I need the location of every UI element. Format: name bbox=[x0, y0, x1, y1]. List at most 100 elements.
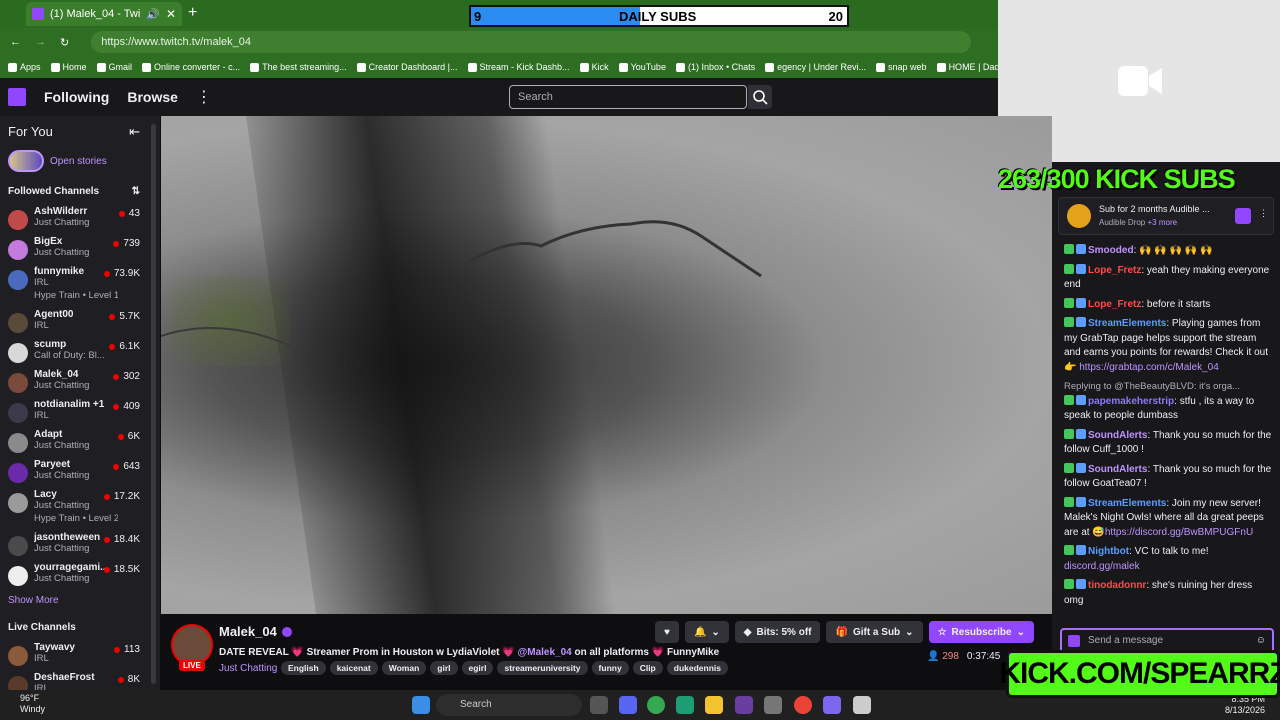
follow-heart-button[interactable]: ♥ bbox=[655, 621, 679, 643]
stream-tag[interactable]: Woman bbox=[381, 661, 427, 675]
chat-link[interactable]: discord.gg/malek bbox=[1064, 561, 1140, 572]
weather-widget[interactable]: 96°F Windy bbox=[20, 693, 45, 715]
badge-icon bbox=[1064, 462, 1074, 473]
close-tab-icon[interactable]: ✕ bbox=[166, 7, 176, 21]
sidebar-scrollbar[interactable] bbox=[151, 124, 156, 684]
bookmark-item[interactable]: (1) Inbox • Chats bbox=[675, 62, 755, 72]
file-explorer-icon[interactable] bbox=[705, 696, 723, 714]
tray-app-icon[interactable] bbox=[853, 696, 871, 714]
windows-start-icon[interactable] bbox=[412, 696, 430, 714]
chat-username[interactable]: SoundAlerts bbox=[1088, 464, 1147, 475]
notifications-button[interactable]: 🔔 ⌄ bbox=[684, 621, 729, 643]
drop-menu-icon[interactable]: ⋮ bbox=[1259, 208, 1268, 219]
open-stories[interactable]: Open stories bbox=[8, 150, 160, 172]
chat-username[interactable]: Nightbot bbox=[1088, 546, 1129, 557]
live-list: Taywavy IRL 113 DeshaeFrost IRL 8K bbox=[0, 639, 160, 690]
streamer-name[interactable]: Malek_04 bbox=[219, 624, 277, 639]
stream-tag[interactable]: streameruniversity bbox=[497, 661, 588, 675]
bookmark-item[interactable]: Apps bbox=[8, 62, 41, 72]
show-more-link[interactable]: Show More bbox=[8, 595, 160, 606]
bookmark-item[interactable]: Kick bbox=[579, 62, 609, 72]
twitch-logo-icon[interactable] bbox=[8, 88, 26, 106]
bookmark-item[interactable]: Home bbox=[50, 62, 87, 72]
channel-item[interactable]: scump Call of Duty: Bl... 6.1K bbox=[0, 336, 160, 366]
reload-icon[interactable]: ↻ bbox=[60, 36, 69, 49]
bookmark-item[interactable]: snap web bbox=[876, 62, 927, 72]
app-icon[interactable] bbox=[676, 696, 694, 714]
speaker-icon[interactable]: 🔊 bbox=[146, 8, 160, 21]
stream-tag[interactable]: kaicenat bbox=[329, 661, 378, 675]
channel-item[interactable]: notdianalim +1 IRL 409 bbox=[0, 396, 160, 426]
emote-icon[interactable]: ☺ bbox=[1256, 630, 1266, 652]
settings-icon[interactable] bbox=[764, 696, 782, 714]
sort-icon[interactable]: ⇅ bbox=[132, 186, 140, 197]
search-input[interactable]: Search bbox=[509, 85, 747, 109]
chat-link[interactable]: https://discord.gg/BwBMPUGFnU bbox=[1105, 527, 1253, 538]
bookmark-item[interactable]: egency | Under Revi... bbox=[765, 62, 866, 72]
browser-tab[interactable]: (1) Malek_04 - Twitch 🔊 ✕ bbox=[26, 2, 182, 26]
chat-username[interactable]: StreamElements bbox=[1088, 318, 1166, 329]
video-player[interactable] bbox=[161, 116, 1052, 614]
channel-item[interactable]: jasontheween Just Chatting 18.4K bbox=[0, 529, 160, 559]
more-menu-icon[interactable]: ⋮ bbox=[196, 87, 212, 107]
bookmark-item[interactable]: HOME | DaddyL bbox=[936, 62, 998, 72]
bookmark-item[interactable]: The best streaming... bbox=[250, 62, 347, 72]
stream-tag[interactable]: funny bbox=[591, 661, 629, 675]
chat-username[interactable]: papemakeherstrip bbox=[1088, 396, 1174, 407]
channel-item[interactable]: Malek_04 Just Chatting 302 bbox=[0, 366, 160, 396]
channel-item[interactable]: funnymike IRL Hype Train • Level 13 73.9K bbox=[0, 263, 160, 306]
forward-arrow-icon[interactable]: → bbox=[35, 36, 46, 48]
stream-tag[interactable]: English bbox=[281, 661, 326, 675]
task-view-icon[interactable] bbox=[590, 696, 608, 714]
back-arrow-icon[interactable]: ← bbox=[10, 36, 21, 48]
audible-drop-card[interactable]: Sub for 2 months Audible ... Audible Dro… bbox=[1058, 197, 1274, 235]
chrome-profile-icon[interactable] bbox=[794, 696, 812, 714]
chat-username[interactable]: Smooded bbox=[1088, 245, 1134, 256]
channel-item[interactable]: yourragegami... Just Chatting 18.5K bbox=[0, 559, 160, 589]
bookmark-item[interactable]: Creator Dashboard |... bbox=[356, 62, 458, 72]
chat-username[interactable]: SoundAlerts bbox=[1088, 430, 1147, 441]
stream-category[interactable]: Just Chatting bbox=[219, 663, 277, 674]
search-button[interactable] bbox=[748, 85, 772, 109]
channel-item[interactable]: Adapt Just Chatting 6K bbox=[0, 426, 160, 456]
channel-item[interactable]: BigEx Just Chatting 739 bbox=[0, 233, 160, 263]
chat-username[interactable]: StreamElements bbox=[1088, 498, 1166, 509]
channel-item[interactable]: DeshaeFrost IRL 8K bbox=[0, 669, 160, 690]
new-tab-button[interactable]: + bbox=[188, 4, 197, 22]
bookmark-item[interactable]: Online converter - c... bbox=[142, 62, 240, 72]
drop-star-icon[interactable] bbox=[1235, 208, 1251, 224]
stream-tag[interactable]: dukedennis bbox=[666, 661, 728, 675]
drop-more-link[interactable]: +3 more bbox=[1147, 218, 1177, 227]
following-link[interactable]: Following bbox=[44, 89, 109, 105]
chat-username[interactable]: Lope_Fretz bbox=[1088, 265, 1141, 276]
channel-item[interactable]: Lacy Just Chatting Hype Train • Level 2 17.… bbox=[0, 486, 160, 529]
bookmark-item[interactable]: YouTube bbox=[618, 62, 666, 72]
discord-icon[interactable] bbox=[619, 696, 637, 714]
url-field[interactable]: https://www.twitch.tv/malek_04 bbox=[91, 31, 972, 53]
taskbar-search[interactable]: Search bbox=[436, 694, 582, 716]
bits-button[interactable]: ◆ Bits: 5% off bbox=[734, 621, 821, 643]
channel-item[interactable]: Taywavy IRL 113 bbox=[0, 639, 160, 669]
chat-points-icon[interactable] bbox=[1068, 635, 1080, 647]
channel-item[interactable]: AshWilderr Just Chatting 43 bbox=[0, 203, 160, 233]
chrome-icon[interactable] bbox=[647, 696, 665, 714]
bookmark-item[interactable]: Stream - Kick Dashb... bbox=[467, 62, 570, 72]
chat-username[interactable]: Lope_Fretz bbox=[1088, 299, 1141, 310]
chat-link[interactable]: https://grabtap.com/c/Malek_04 bbox=[1079, 362, 1219, 373]
chat-username[interactable]: tinodadonnr bbox=[1088, 580, 1146, 591]
resubscribe-button[interactable]: ☆ Resubscribe ⌄ bbox=[928, 621, 1034, 643]
title-mention[interactable]: @Malek_04 bbox=[517, 647, 571, 658]
bookmark-item[interactable]: Gmail bbox=[96, 62, 132, 72]
stream-tag[interactable]: girl bbox=[430, 661, 458, 675]
gift-sub-button[interactable]: 🎁 Gift a Sub ⌄ bbox=[826, 621, 923, 643]
reply-context[interactable]: Replying to @TheBeautyBLVD: it's orga... bbox=[1064, 380, 1274, 395]
browse-link[interactable]: Browse bbox=[127, 89, 178, 105]
collapse-sidebar-icon[interactable]: ⇤ bbox=[129, 124, 140, 140]
channel-item[interactable]: Agent00 IRL 5.7K bbox=[0, 306, 160, 336]
live-channels-header: Live Channels bbox=[8, 622, 160, 633]
stream-tag[interactable]: egirl bbox=[461, 661, 494, 675]
channel-item[interactable]: Paryeet Just Chatting 643 bbox=[0, 456, 160, 486]
obs-icon[interactable] bbox=[735, 696, 753, 714]
grid-app-icon[interactable] bbox=[823, 696, 841, 714]
stream-tag[interactable]: Clip bbox=[632, 661, 663, 675]
